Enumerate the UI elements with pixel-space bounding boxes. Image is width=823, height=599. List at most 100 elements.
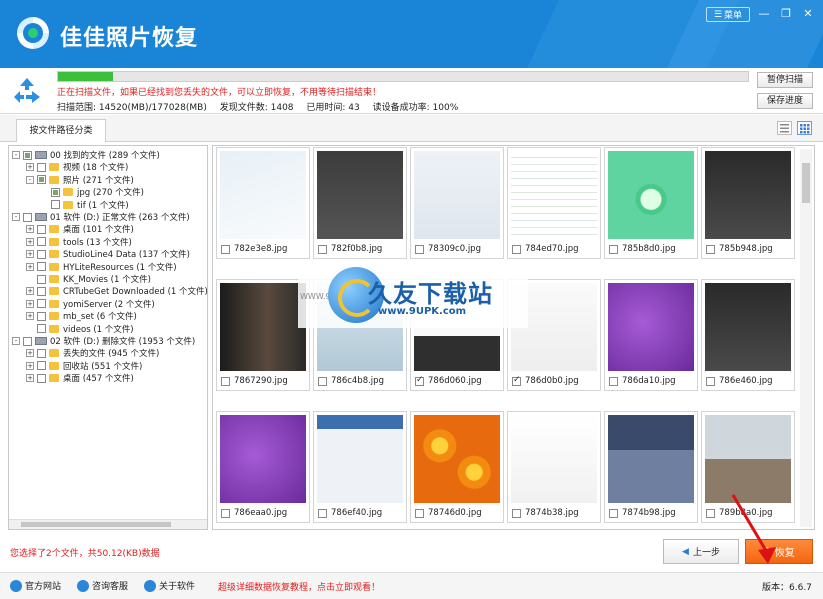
tutorial-promo-link[interactable]: 超级详细数据恢复教程，点击立即观看！ bbox=[218, 580, 380, 593]
thumbnail-card[interactable]: 78309c0.jpg bbox=[410, 147, 504, 259]
expand-toggle[interactable]: - bbox=[12, 213, 20, 221]
tree-checkbox[interactable] bbox=[37, 324, 46, 334]
list-view-icon[interactable] bbox=[777, 121, 792, 135]
tree-checkbox[interactable] bbox=[51, 187, 60, 197]
thumbnail-checkbox[interactable] bbox=[512, 508, 521, 518]
tab-by-path[interactable]: 按文件路径分类 bbox=[16, 119, 106, 142]
expand-toggle[interactable]: + bbox=[26, 374, 34, 383]
tree-checkbox[interactable] bbox=[37, 373, 46, 383]
thumbnail-card[interactable]: 786da10.jpg bbox=[604, 279, 698, 391]
expand-toggle[interactable]: + bbox=[26, 361, 34, 370]
thumbnail-checkbox[interactable] bbox=[415, 508, 424, 518]
prev-step-button[interactable]: ◀ 上一步 bbox=[663, 539, 739, 564]
thumbnail-checkbox[interactable] bbox=[415, 375, 424, 386]
tree-node[interactable]: - 00 找到的文件 (289 个文件) bbox=[12, 149, 160, 161]
thumbnail-checkbox[interactable] bbox=[706, 508, 715, 518]
expand-toggle[interactable]: + bbox=[26, 299, 34, 308]
support-link[interactable]: 咨询客服 bbox=[77, 579, 128, 592]
thumbnail-grid[interactable]: 782e3e8.jpg 782f0b8.jpg 78309c0.jpg 784ed70… bbox=[212, 145, 815, 530]
minimize-button[interactable]: — bbox=[756, 6, 772, 22]
expand-toggle[interactable]: + bbox=[26, 163, 34, 172]
expand-toggle[interactable]: + bbox=[26, 312, 34, 321]
thumbnail-checkbox[interactable] bbox=[609, 244, 618, 254]
thumbnail-card[interactable]: 782f0b8.jpg bbox=[313, 147, 407, 259]
thumbnail-checkbox[interactable] bbox=[221, 376, 230, 386]
tree-checkbox[interactable] bbox=[23, 336, 32, 346]
tree-checkbox[interactable] bbox=[23, 150, 32, 160]
thumbnail-card[interactable]: 786e460.jpg bbox=[701, 279, 795, 391]
tree-horizontal-scrollbar[interactable] bbox=[9, 519, 207, 529]
tree-node[interactable]: + 桌面 (457 个文件) bbox=[26, 372, 134, 384]
thumbnail-image[interactable] bbox=[220, 283, 306, 371]
save-progress-button[interactable]: 保存进度 bbox=[757, 93, 813, 109]
thumbnail-image[interactable] bbox=[608, 283, 694, 371]
tree-node[interactable]: + CRTubeGet Downloaded (1 个文件) bbox=[26, 285, 207, 297]
thumbnail-checkbox[interactable] bbox=[318, 508, 327, 518]
thumbnail-checkbox[interactable] bbox=[706, 244, 715, 254]
tree-checkbox[interactable] bbox=[51, 200, 60, 210]
tree-node[interactable]: + HYLiteResources (1 个文件) bbox=[26, 261, 177, 273]
grid-vertical-scrollbar[interactable] bbox=[800, 149, 812, 527]
thumbnail-image[interactable] bbox=[705, 415, 791, 503]
thumbnail-checkbox[interactable] bbox=[221, 508, 230, 518]
thumbnail-checkbox[interactable] bbox=[512, 244, 521, 254]
thumbnail-card[interactable]: 785b948.jpg bbox=[701, 147, 795, 259]
tree-checkbox[interactable] bbox=[37, 311, 46, 321]
tree-node[interactable]: tif (1 个文件) bbox=[40, 199, 129, 211]
thumbnail-image[interactable] bbox=[317, 415, 403, 503]
thumbnail-checkbox[interactable] bbox=[609, 508, 618, 518]
thumbnail-image[interactable] bbox=[220, 151, 306, 239]
tree-checkbox[interactable] bbox=[37, 162, 46, 172]
tree-node[interactable]: + mb_set (6 个文件) bbox=[26, 310, 137, 322]
tree-node[interactable]: + 视频 (18 个文件) bbox=[26, 161, 128, 173]
folder-tree[interactable]: - 00 找到的文件 (289 个文件) + 视频 (18 个文件) - 照片 (271 … bbox=[8, 145, 208, 530]
thumbnail-image[interactable] bbox=[511, 415, 597, 503]
tree-checkbox[interactable] bbox=[37, 249, 46, 259]
thumbnail-image[interactable] bbox=[511, 151, 597, 239]
pause-scan-button[interactable]: 暂停扫描 bbox=[757, 72, 813, 88]
thumbnail-image[interactable] bbox=[414, 415, 500, 503]
thumbnail-image[interactable] bbox=[414, 151, 500, 239]
thumbnail-card[interactable]: 786eaa0.jpg bbox=[216, 411, 310, 523]
tree-checkbox[interactable] bbox=[37, 299, 46, 309]
tree-node[interactable]: + 丢失的文件 (945 个文件) bbox=[26, 347, 159, 359]
thumbnail-checkbox[interactable] bbox=[221, 244, 230, 254]
thumbnail-image[interactable] bbox=[317, 151, 403, 239]
tree-node[interactable]: - 02 软件 (D:) 删除文件 (1953 个文件) bbox=[12, 335, 195, 347]
thumbnail-card[interactable]: 782e3e8.jpg bbox=[216, 147, 310, 259]
menu-button[interactable]: ☰ 菜单 bbox=[706, 7, 750, 22]
recover-button[interactable]: ⟳ 恢复 bbox=[745, 539, 813, 564]
expand-toggle[interactable]: + bbox=[26, 349, 34, 358]
tree-node[interactable]: - 01 软件 (D:) 正常文件 (263 个文件) bbox=[12, 211, 190, 223]
thumbnail-image[interactable] bbox=[705, 151, 791, 239]
tree-checkbox[interactable] bbox=[37, 348, 46, 358]
tree-checkbox[interactable] bbox=[37, 262, 46, 272]
tree-node[interactable]: KK_Movies (1 个文件) bbox=[26, 273, 151, 285]
tree-node[interactable]: + yomiServer (2 个文件) bbox=[26, 298, 155, 310]
thumbnail-card[interactable]: 786ef40.jpg bbox=[313, 411, 407, 523]
thumbnail-checkbox[interactable] bbox=[609, 376, 618, 386]
grid-view-icon[interactable] bbox=[797, 121, 812, 135]
tree-node[interactable]: + 回收站 (551 个文件) bbox=[26, 360, 142, 372]
tree-checkbox[interactable] bbox=[37, 286, 46, 296]
maximize-button[interactable]: ❐ bbox=[778, 6, 794, 22]
about-link[interactable]: 关于软件 bbox=[144, 579, 195, 592]
thumbnail-checkbox[interactable] bbox=[512, 375, 521, 386]
thumbnail-card[interactable]: 784ed70.jpg bbox=[507, 147, 601, 259]
tree-node[interactable]: + tools (13 个文件) bbox=[26, 236, 132, 248]
thumbnail-card[interactable]: 78746d0.jpg bbox=[410, 411, 504, 523]
thumbnail-card[interactable]: 785b8d0.jpg bbox=[604, 147, 698, 259]
close-button[interactable]: ✕ bbox=[800, 6, 816, 22]
tree-checkbox[interactable] bbox=[37, 224, 46, 234]
thumbnail-card[interactable]: 7867290.jpg bbox=[216, 279, 310, 391]
expand-toggle[interactable]: - bbox=[12, 151, 20, 159]
thumbnail-image[interactable] bbox=[608, 151, 694, 239]
expand-toggle[interactable]: - bbox=[12, 337, 20, 345]
tree-checkbox[interactable] bbox=[37, 361, 46, 371]
thumbnail-image[interactable] bbox=[705, 283, 791, 371]
official-site-link[interactable]: 官方网站 bbox=[10, 579, 61, 592]
expand-toggle[interactable]: + bbox=[26, 287, 34, 296]
expand-toggle[interactable]: + bbox=[26, 262, 34, 271]
thumbnail-checkbox[interactable] bbox=[415, 244, 424, 254]
tree-node[interactable]: - 照片 (271 个文件) bbox=[26, 174, 134, 186]
